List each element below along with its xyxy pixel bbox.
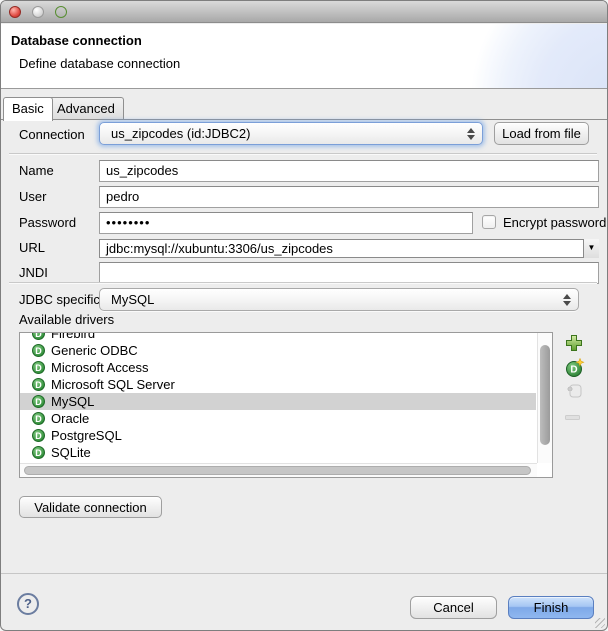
driver-label: PostgreSQL [51, 428, 122, 443]
close-window-button[interactable] [9, 6, 21, 18]
validate-connection-button[interactable]: Validate connection [19, 496, 162, 518]
connection-label: Connection [19, 127, 85, 142]
vertical-scrollbar[interactable] [537, 333, 552, 463]
url-label: URL [19, 240, 45, 255]
driver-label: Microsoft Access [51, 360, 149, 375]
separator [9, 153, 597, 155]
copy-driver-icon[interactable]: D [565, 358, 585, 381]
driver-icon: D [32, 361, 45, 374]
popup-stepper-icon [563, 294, 570, 306]
driver-icon: D [32, 412, 45, 425]
driver-row[interactable]: D Generic ODBC [20, 342, 536, 359]
help-icon: ? [24, 596, 32, 611]
drivers-list-rows: D Firebird D Generic ODBC D Microsoft Ac… [20, 332, 536, 461]
add-driver-icon[interactable] [565, 334, 583, 355]
horizontal-scrollbar-thumb[interactable] [24, 466, 531, 475]
connection-select-value: us_zipcodes (id:JDBC2) [111, 126, 250, 141]
svg-text:D: D [570, 365, 577, 376]
driver-icon: D [32, 429, 45, 442]
driver-icon: D [32, 344, 45, 357]
load-from-file-button[interactable]: Load from file [494, 122, 589, 145]
driver-icon: D [32, 446, 45, 459]
jndi-label: JNDI [19, 265, 48, 280]
page-title: Database connection [11, 33, 142, 48]
database-connection-dialog: Database connection Define database conn… [0, 0, 608, 631]
minimize-window-button[interactable] [32, 6, 44, 18]
jdbc-specific-select-value: MySQL [111, 292, 154, 307]
horizontal-scrollbar[interactable] [20, 463, 537, 477]
edit-driver-icon [565, 383, 583, 402]
jdbc-specific-select[interactable]: MySQL [99, 288, 579, 311]
wizard-banner: Database connection Define database conn… [1, 24, 607, 89]
name-input[interactable]: us_zipcodes [99, 160, 599, 182]
help-button[interactable]: ? [17, 593, 39, 615]
driver-label: Microsoft SQL Server [51, 377, 175, 392]
zoom-window-button[interactable] [55, 6, 67, 18]
driver-row[interactable]: D Microsoft SQL Server [20, 376, 536, 393]
encrypt-password-checkbox[interactable] [482, 215, 496, 229]
jdbc-specific-label: JDBC specific [19, 292, 100, 307]
password-label: Password [19, 215, 76, 230]
window-titlebar[interactable] [1, 1, 607, 23]
cancel-button[interactable]: Cancel [410, 596, 497, 619]
user-input[interactable]: pedro [99, 186, 599, 208]
url-combo-input[interactable]: jdbc:mysql://xubuntu:3306/us_zipcodes [99, 239, 599, 258]
driver-row[interactable]: D Firebird [20, 332, 536, 342]
resize-grip[interactable] [595, 618, 605, 628]
tab-advanced[interactable]: Advanced [48, 97, 124, 119]
tab-strip: Basic Advanced [1, 97, 607, 120]
driver-label: SQLite [51, 445, 91, 460]
driver-row[interactable]: D Microsoft Access [20, 359, 536, 376]
footer-separator [1, 573, 607, 574]
user-label: User [19, 189, 46, 204]
driver-label: MySQL [51, 394, 94, 409]
drivers-list[interactable]: D Firebird D Generic ODBC D Microsoft Ac… [19, 332, 553, 478]
url-dropdown-icon[interactable]: ▼ [583, 239, 599, 258]
driver-label: Generic ODBC [51, 343, 138, 358]
banner-swoosh-graphic [437, 24, 607, 89]
page-subtitle: Define database connection [19, 56, 180, 71]
name-label: Name [19, 163, 54, 178]
finish-button[interactable]: Finish [508, 596, 594, 619]
password-input[interactable]: •••••••• [99, 212, 473, 234]
available-drivers-label: Available drivers [19, 312, 114, 327]
driver-row[interactable]: D PostgreSQL [20, 427, 536, 444]
driver-row[interactable]: D MySQL [20, 393, 536, 410]
driver-label: Firebird [51, 332, 95, 341]
driver-icon: D [32, 378, 45, 391]
driver-row[interactable]: D Oracle [20, 410, 536, 427]
vertical-scrollbar-thumb[interactable] [540, 345, 550, 445]
driver-icon: D [32, 332, 45, 340]
separator [9, 282, 597, 284]
tab-basic[interactable]: Basic [3, 97, 53, 121]
popup-stepper-icon [467, 128, 474, 140]
jndi-input[interactable] [99, 262, 599, 284]
driver-icon: D [32, 395, 45, 408]
connection-select[interactable]: us_zipcodes (id:JDBC2) [99, 122, 483, 145]
driver-row[interactable]: D SQLite [20, 444, 536, 461]
driver-label: Oracle [51, 411, 89, 426]
remove-driver-icon [565, 409, 581, 424]
encrypt-password-label: Encrypt password [503, 215, 606, 230]
